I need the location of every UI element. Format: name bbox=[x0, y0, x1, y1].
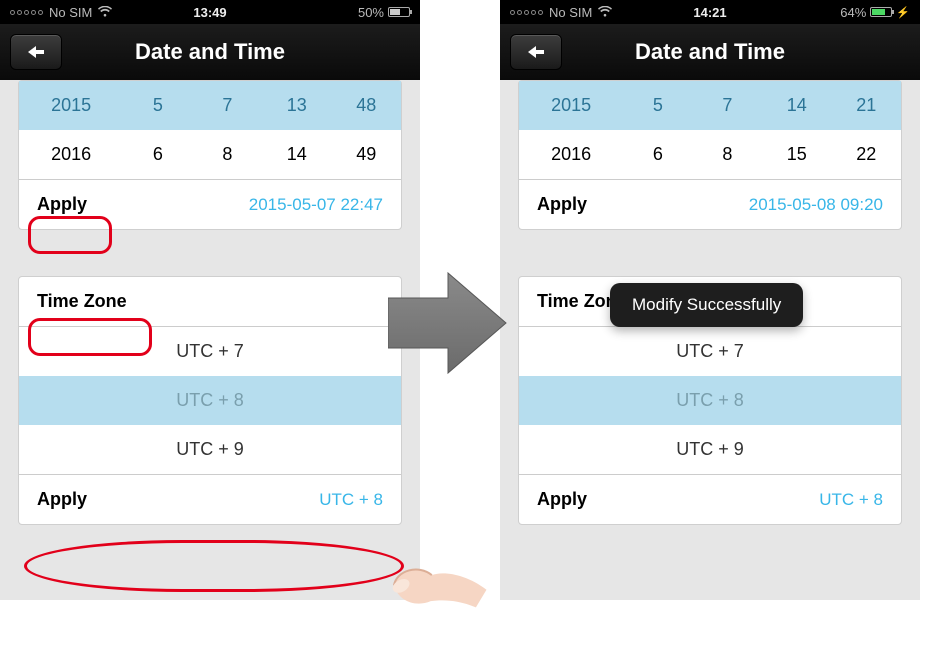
wifi-icon bbox=[598, 5, 612, 20]
page-title: Date and Time bbox=[500, 39, 920, 65]
apply-label: Apply bbox=[37, 489, 87, 510]
picker-min[interactable]: 48 bbox=[332, 81, 401, 130]
date-time-card: 2015 5 7 13 48 2016 6 8 14 49 bbox=[18, 80, 402, 230]
picker-cell[interactable]: 14 bbox=[262, 130, 331, 179]
timezone-card: Time Zone UTC + 7 UTC + 8 UTC + 9 Apply … bbox=[18, 276, 402, 525]
tz-option-selected[interactable]: UTC + 8 bbox=[519, 376, 901, 425]
picker-month[interactable]: 5 bbox=[123, 81, 192, 130]
picker-month[interactable]: 5 bbox=[623, 81, 692, 130]
tz-option[interactable]: UTC + 7 bbox=[519, 327, 901, 376]
signal-dots-icon bbox=[10, 10, 43, 15]
apply-value: 2015-05-08 09:20 bbox=[749, 195, 883, 215]
charging-icon: ⚡ bbox=[896, 6, 910, 19]
picker-cell[interactable]: 6 bbox=[123, 130, 192, 179]
timezone-picker[interactable]: UTC + 7 UTC + 8 UTC + 9 bbox=[519, 327, 901, 474]
apply-value: UTC + 8 bbox=[319, 490, 383, 510]
picker-cell[interactable]: 8 bbox=[193, 130, 262, 179]
timezone-picker[interactable]: UTC + 7 UTC + 8 UTC + 9 bbox=[19, 327, 401, 474]
battery-icon bbox=[870, 7, 892, 17]
wifi-icon bbox=[98, 5, 112, 20]
signal-dots-icon bbox=[510, 10, 543, 15]
transition-arrow-icon bbox=[388, 268, 508, 383]
tz-option[interactable]: UTC + 9 bbox=[19, 425, 401, 474]
picker-cell[interactable]: 22 bbox=[832, 130, 901, 179]
battery-percent: 50% bbox=[358, 5, 384, 20]
picker-row-next[interactable]: 2016 6 8 15 22 bbox=[519, 130, 901, 179]
apply-label: Apply bbox=[37, 194, 87, 215]
page-title: Date and Time bbox=[0, 39, 420, 65]
picker-day[interactable]: 7 bbox=[693, 81, 762, 130]
datetime-apply-row[interactable]: Apply 2015-05-07 22:47 bbox=[19, 179, 401, 229]
picker-cell[interactable]: 8 bbox=[693, 130, 762, 179]
picker-cell[interactable]: 2016 bbox=[519, 130, 623, 179]
picker-year[interactable]: 2015 bbox=[519, 81, 623, 130]
status-bar: No SIM 13:49 50% bbox=[0, 0, 420, 24]
apply-label: Apply bbox=[537, 489, 587, 510]
picker-day[interactable]: 7 bbox=[193, 81, 262, 130]
battery-icon bbox=[388, 7, 410, 17]
date-time-card: 2015 5 7 14 21 2016 6 8 15 22 bbox=[518, 80, 902, 230]
datetime-apply-row[interactable]: Apply 2015-05-08 09:20 bbox=[519, 179, 901, 229]
picker-year[interactable]: 2015 bbox=[19, 81, 123, 130]
toast-modify-success: Modify Successfully bbox=[610, 283, 803, 327]
picker-row-selected[interactable]: 2015 5 7 14 21 bbox=[519, 81, 901, 130]
phone-screen-before: No SIM 13:49 50% Date and Time bbox=[0, 0, 420, 600]
picker-row-next[interactable]: 2016 6 8 14 49 bbox=[19, 130, 401, 179]
picker-cell[interactable]: 2016 bbox=[19, 130, 123, 179]
picker-row-selected[interactable]: 2015 5 7 13 48 bbox=[19, 81, 401, 130]
apply-value: UTC + 8 bbox=[819, 490, 883, 510]
picker-min[interactable]: 21 bbox=[832, 81, 901, 130]
picker-cell[interactable]: 6 bbox=[623, 130, 692, 179]
timezone-apply-row[interactable]: Apply UTC + 8 bbox=[19, 474, 401, 524]
carrier-label: No SIM bbox=[49, 5, 92, 20]
nav-bar: Date and Time bbox=[500, 24, 920, 80]
carrier-label: No SIM bbox=[549, 5, 592, 20]
apply-label: Apply bbox=[537, 194, 587, 215]
tz-option[interactable]: UTC + 9 bbox=[519, 425, 901, 474]
tz-option-selected[interactable]: UTC + 8 bbox=[19, 376, 401, 425]
picker-hour[interactable]: 13 bbox=[262, 81, 331, 130]
apply-value: 2015-05-07 22:47 bbox=[249, 195, 383, 215]
status-bar: No SIM 14:21 64% ⚡ bbox=[500, 0, 920, 24]
battery-percent: 64% bbox=[840, 5, 866, 20]
picker-hour[interactable]: 14 bbox=[762, 81, 831, 130]
tz-option[interactable]: UTC + 7 bbox=[19, 327, 401, 376]
timezone-apply-row[interactable]: Apply UTC + 8 bbox=[519, 474, 901, 524]
timezone-header: Time Zone bbox=[19, 277, 401, 327]
picker-cell[interactable]: 15 bbox=[762, 130, 831, 179]
picker-cell[interactable]: 49 bbox=[332, 130, 401, 179]
nav-bar: Date and Time bbox=[0, 24, 420, 80]
